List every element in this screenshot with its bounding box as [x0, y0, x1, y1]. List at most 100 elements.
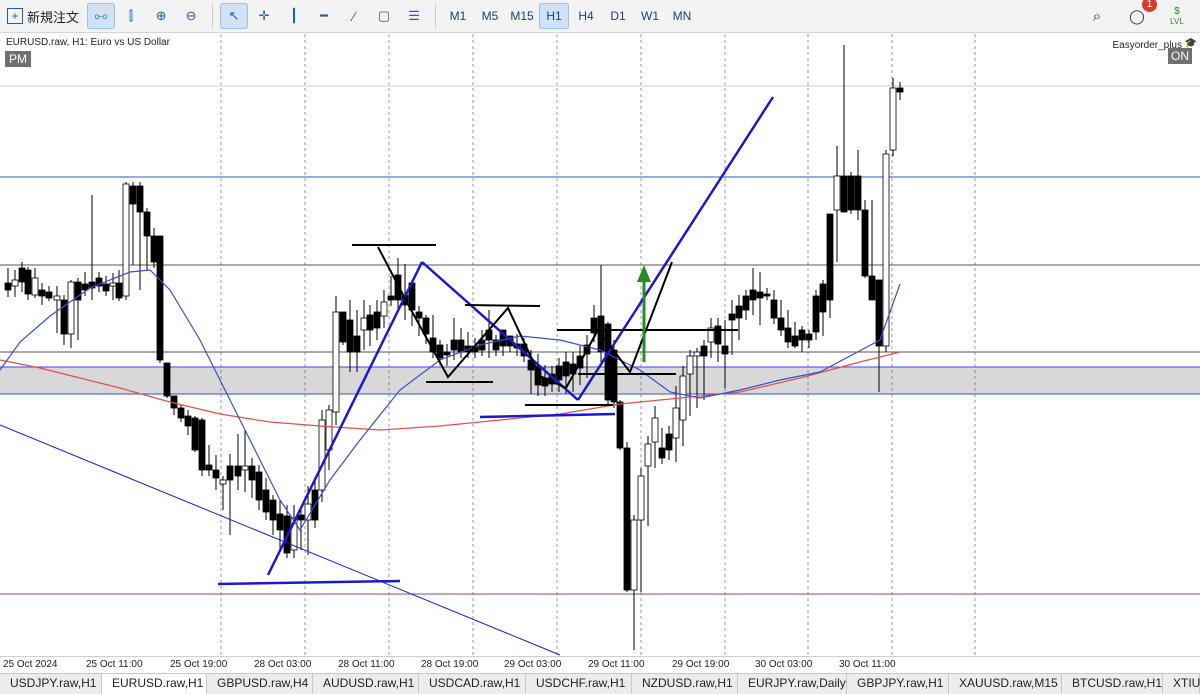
tab-eurjpy[interactable]: EURJPY.raw,Daily	[738, 674, 847, 694]
candle-body	[387, 295, 395, 301]
tab-xtiusd[interactable]: XTIU	[1163, 674, 1200, 694]
candle-body	[297, 514, 305, 521]
toolbar: + 新規注文 ⧟ ⫿ ⊕ ⊖ ↖ ✛ ┃ ━ ⁄ ▢ ☰ M1 M5 M15 H…	[0, 0, 1200, 33]
candle-body	[728, 313, 736, 321]
candle-body	[4, 282, 12, 291]
tab-nzdusd[interactable]: NZDUSD.raw,H1	[632, 674, 738, 694]
symbol-tab-bar: USDJPY.raw,H1 EURUSD.raw,H1 GBPUSD.raw,H…	[0, 673, 1200, 694]
candle-body	[255, 471, 263, 501]
tab-usdchf[interactable]: USDCHF.raw,H1	[526, 674, 632, 694]
tab-usdjpy[interactable]: USDJPY.raw,H1	[0, 674, 102, 694]
trend-line	[479, 412, 616, 419]
crosshair-icon: ✛	[258, 8, 270, 23]
zoom-in-icon: ⊕	[155, 8, 167, 23]
moving-average-blue	[0, 269, 901, 532]
tab-xauusd[interactable]: XAUUSD.raw,M15	[949, 674, 1062, 694]
candle-body	[637, 475, 645, 521]
trendline-button[interactable]: ⁄	[340, 3, 368, 29]
pattern-line	[464, 304, 541, 307]
candle-body	[604, 323, 612, 401]
cursor-icon: ↖	[228, 8, 240, 23]
candle-body	[248, 465, 256, 481]
lvl-label: LVL	[1170, 16, 1184, 26]
candlestick-button[interactable]: ⫿	[117, 3, 145, 29]
search-icon: ⌕	[1092, 7, 1102, 25]
candle-body	[380, 301, 388, 317]
candle-body	[163, 362, 171, 397]
tab-eurusd[interactable]: EURUSD.raw,H1	[102, 674, 207, 694]
candle-body	[38, 289, 46, 297]
vertical-line-button[interactable]: ┃	[280, 3, 308, 29]
lvl-button[interactable]: $ LVL	[1163, 3, 1191, 29]
chat-icon: ◯	[1129, 7, 1145, 24]
candle-body	[241, 465, 249, 471]
candle-body	[840, 175, 848, 213]
new-order-label: 新規注文	[27, 9, 80, 25]
fibonacci-button[interactable]: ☰	[400, 3, 428, 29]
candle-body	[756, 291, 764, 299]
horizontal-line-button[interactable]: ━	[310, 3, 338, 29]
candle-body	[562, 361, 570, 377]
candle-body	[31, 277, 39, 296]
crosshair-button[interactable]: ✛	[250, 3, 278, 29]
candle-body	[784, 327, 792, 343]
bar-chart-button[interactable]: ⧟	[87, 3, 116, 29]
timeframe-h1[interactable]: H1	[539, 3, 570, 29]
candle-body	[143, 211, 151, 237]
notifications-button[interactable]: ◯ 1	[1123, 0, 1157, 29]
search-button[interactable]: ⌕	[1083, 3, 1111, 29]
candle-body	[262, 489, 270, 513]
candle-body	[115, 282, 123, 299]
shapes-button[interactable]: ▢	[370, 3, 398, 29]
timeframe-mn[interactable]: MN	[667, 3, 697, 29]
toolbar-separator	[435, 4, 437, 28]
notification-badge: 1	[1142, 0, 1157, 12]
time-label: 28 Oct 03:00	[254, 659, 312, 670]
zoom-in-button[interactable]: ⊕	[147, 3, 175, 29]
tab-audusd[interactable]: AUDUSD.raw,H1	[313, 674, 419, 694]
candle-body	[819, 283, 827, 313]
time-label: 25 Oct 11:00	[86, 659, 143, 670]
time-label: 29 Oct 03:00	[504, 659, 562, 670]
timeframe-d1[interactable]: D1	[603, 3, 633, 29]
time-label: 29 Oct 11:00	[588, 659, 645, 670]
timeframe-h4[interactable]: H4	[571, 3, 601, 29]
candle-body	[616, 401, 624, 449]
candle-body	[861, 209, 869, 277]
chart-area[interactable]: EURUSD.raw, H1: Euro vs US Dollar PM Eas…	[0, 34, 1200, 656]
candle-body	[24, 269, 32, 295]
timeframe-w1[interactable]: W1	[635, 3, 665, 29]
vertical-line-icon: ┃	[290, 8, 298, 23]
zoom-out-button[interactable]: ⊖	[177, 3, 205, 29]
tab-usdcad[interactable]: USDCAD.raw,H1	[419, 674, 526, 694]
candle-body	[630, 519, 638, 591]
tab-btcusd[interactable]: BTCUSD.raw,H1	[1062, 674, 1163, 694]
candle-body	[665, 433, 673, 451]
bar-chart-icon: ⧟	[94, 8, 108, 23]
candle-body	[353, 335, 361, 353]
timeframe-m5[interactable]: M5	[475, 3, 505, 29]
candle-body	[373, 311, 381, 329]
timeframe-m15[interactable]: M15	[507, 3, 537, 29]
candle-body	[896, 87, 904, 93]
candle-body	[184, 415, 192, 427]
new-order-button[interactable]: + 新規注文	[1, 3, 85, 29]
candle-body	[150, 235, 158, 263]
zoom-out-icon: ⊖	[185, 8, 197, 23]
tab-gbpjpy[interactable]: GBPJPY.raw,H1	[847, 674, 949, 694]
candle-body	[623, 447, 631, 591]
candle-body	[436, 344, 444, 359]
cursor-button[interactable]: ↖	[220, 3, 249, 29]
candle-body	[122, 183, 130, 297]
candle-body	[798, 329, 806, 341]
trend-line	[266, 261, 424, 576]
candle-body	[346, 319, 354, 353]
tab-gbpusd[interactable]: GBPUSD.raw,H4	[207, 674, 313, 694]
time-label: 30 Oct 11:00	[839, 659, 896, 670]
candle-body	[672, 407, 680, 439]
horizontal-line-icon: ━	[320, 8, 328, 23]
candle-body	[219, 479, 227, 485]
ea-on-badge[interactable]: ON	[1168, 48, 1192, 64]
timeframe-m1[interactable]: M1	[443, 3, 473, 29]
candle-body	[805, 333, 813, 341]
